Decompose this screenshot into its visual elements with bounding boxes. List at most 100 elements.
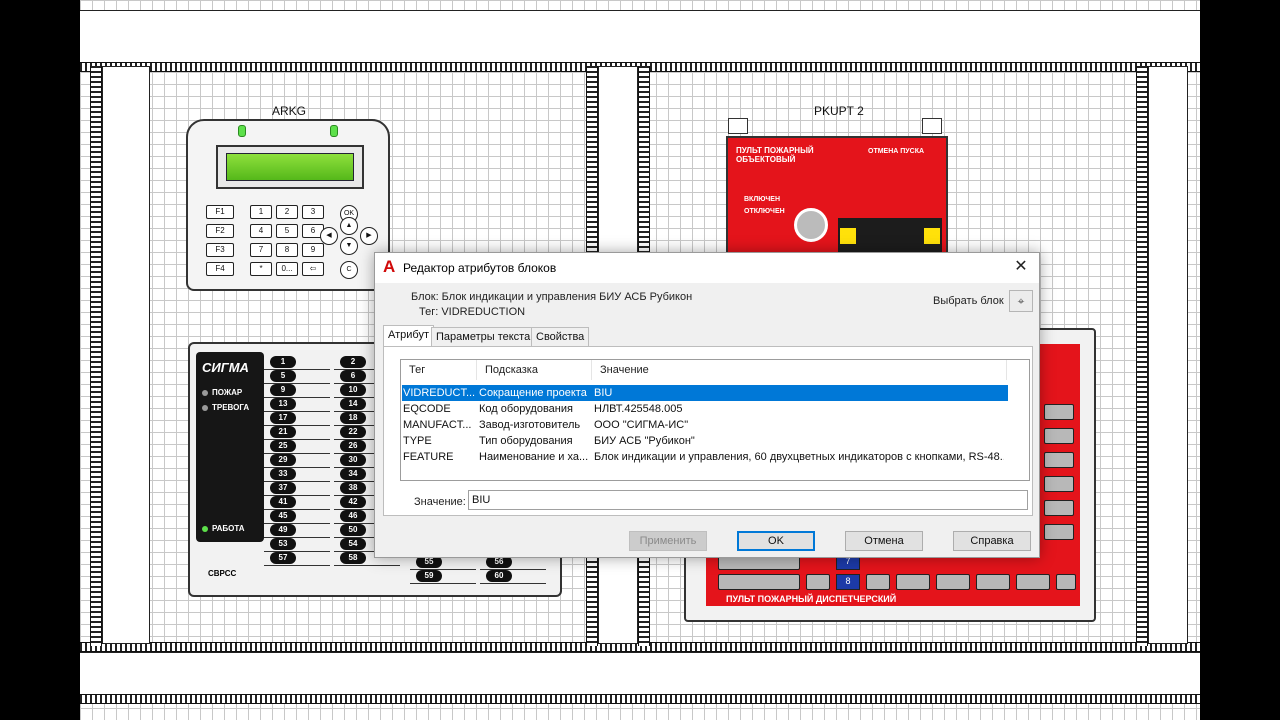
arrow-down-icon: ▼ (340, 237, 358, 255)
lamp-label: ПОЖАР (212, 388, 243, 397)
zone-indicator: 30 (340, 454, 366, 466)
key: F1 (206, 205, 234, 219)
close-icon[interactable]: ✕ (1011, 257, 1031, 277)
key: 1 (250, 205, 272, 219)
arkg-device-block[interactable]: F1 1 2 3 F2 4 5 6 F3 7 8 9 F4 * 0... ⇦ O… (186, 119, 390, 291)
column-header-value[interactable]: Значение (592, 360, 1007, 380)
table-row[interactable]: EQCODE Код оборудования НЛВТ.425548.005 (402, 401, 1008, 417)
table-row[interactable]: MANUFACT... Завод-изготовитель ООО "СИГМ… (402, 417, 1008, 433)
device-label-pkupt: PKUPT 2 (814, 104, 864, 118)
arrow-left-icon (924, 228, 940, 244)
zone-indicator: 42 (340, 496, 366, 508)
zone-divider (334, 565, 400, 566)
zone-indicator: 25 (270, 440, 296, 452)
cell-value: BIU (594, 387, 613, 399)
cell-prompt: Код оборудования (479, 403, 573, 415)
pult-key (1056, 574, 1076, 590)
lamp-indicator (202, 390, 208, 396)
dialog-titlebar[interactable]: A Редактор атрибутов блоков ✕ (375, 253, 1039, 283)
zone-indicator: 58 (340, 552, 366, 564)
device-label-arkg: ARKG (272, 104, 307, 118)
lamp-indicator (202, 526, 208, 532)
drawing-column (102, 66, 150, 644)
zone-indicator: 29 (270, 454, 296, 466)
key: 4 (250, 224, 272, 238)
zone-indicator: 50 (340, 524, 366, 536)
table-row[interactable]: TYPE Тип оборудования БИУ АСБ "Рубикон" (402, 433, 1008, 449)
din-rail-vertical (1136, 66, 1148, 646)
zone-indicator: 10 (340, 384, 366, 396)
zone-indicator: 2 (340, 356, 366, 368)
din-rail-footer (80, 694, 1200, 704)
table-row[interactable]: VIDREDUCT... Сокращение проекта BIU (402, 385, 1008, 401)
value-input[interactable]: BIU (468, 490, 1028, 510)
pult-key (936, 574, 970, 590)
cell-tag: EQCODE (403, 403, 451, 415)
table-row[interactable]: FEATURE Наименование и ха... Блок индика… (402, 449, 1008, 465)
led-indicator (238, 125, 246, 137)
crosshair-icon: ⌖ (1017, 294, 1025, 308)
arrow-right-icon (840, 228, 856, 244)
mount-tab (728, 118, 748, 134)
arrow-up-icon: ▲ (340, 217, 358, 235)
zone-divider (410, 583, 476, 584)
key: 7 (250, 243, 272, 257)
tab-attribute[interactable]: Атрибут (383, 325, 434, 347)
din-rail-vertical (90, 66, 102, 646)
zone-indicator: 59 (416, 570, 442, 582)
tab-text-options[interactable]: Параметры текста (431, 327, 536, 347)
pult-key (896, 574, 930, 590)
key: 0... (276, 262, 298, 276)
pick-block-label: Выбрать блок (933, 295, 1004, 307)
pult-key (1044, 500, 1074, 516)
column-header-prompt[interactable]: Подсказка (477, 360, 592, 380)
drawing-column (1148, 66, 1188, 644)
led-indicator (330, 125, 338, 137)
zone-divider (480, 583, 546, 584)
tab-properties[interactable]: Свойства (531, 327, 590, 347)
lamp-label: РАБОТА (212, 524, 245, 533)
key: F4 (206, 262, 234, 276)
autocad-a-icon: A (383, 257, 396, 276)
zone-indicator: 26 (340, 440, 366, 452)
help-button[interactable]: Справка (953, 531, 1031, 551)
pult-footer-label: ПУЛЬТ ПОЖАРНЫЙ ДИСПЕТЧЕРСКИЙ (726, 594, 897, 604)
pkupt-panel-top-right: ОТМЕНА ПУСКА (868, 148, 925, 155)
zone-indicator: 5 (270, 370, 296, 382)
tag-line: Тег: VIDREDUCTION (419, 306, 526, 318)
key-c: C (340, 261, 358, 279)
cell-tag: FEATURE (403, 451, 454, 463)
zone-indicator: 9 (270, 384, 296, 396)
attribute-tab-pane: Тег Подсказка Значение VIDREDUCT... Сокр… (383, 346, 1033, 516)
pick-block-button[interactable]: ⌖ (1009, 290, 1033, 312)
sigma-bottom-label: СВРСС (208, 569, 237, 578)
zone-indicator: 38 (340, 482, 366, 494)
ok-button[interactable]: OK (737, 531, 815, 551)
zone-indicator: 57 (270, 552, 296, 564)
value-label: Значение: (414, 496, 466, 508)
zone-indicator: 17 (270, 412, 296, 424)
pult-key (976, 574, 1010, 590)
pult-key (718, 574, 800, 590)
zone-indicator: 6 (340, 370, 366, 382)
pkupt-device-block[interactable]: ПУЛЬТ ПОЖАРНЫЙ ОБЪЕКТОВЫЙ ОТМЕНА ПУСКА В… (726, 136, 948, 256)
pkupt-status-off: ОТКЛЮЧЕН (744, 208, 785, 215)
cancel-button[interactable]: Отмена (845, 531, 923, 551)
key: 9 (302, 243, 324, 257)
sigma-logo: СИГМА (202, 360, 249, 375)
lcd-screen (226, 153, 354, 181)
zone-indicator: 33 (270, 468, 296, 480)
zone-indicator: 1 (270, 356, 296, 368)
dialog-title: Редактор атрибутов блоков (403, 261, 557, 275)
apply-button[interactable]: Применить (629, 531, 707, 551)
drawing-frame-bottom (80, 652, 1200, 696)
pult-key (1044, 428, 1074, 444)
zone-indicator: 54 (340, 538, 366, 550)
zone-indicator: 37 (270, 482, 296, 494)
zone-indicator: 18 (340, 412, 366, 424)
attribute-list[interactable]: Тег Подсказка Значение VIDREDUCT... Сокр… (400, 359, 1030, 481)
pkupt-control-block (838, 218, 942, 254)
zone-indicator: 34 (340, 468, 366, 480)
cell-value: Блок индикации и управления, 60 двухцвет… (594, 451, 1004, 463)
column-header-tag[interactable]: Тег (401, 360, 477, 380)
